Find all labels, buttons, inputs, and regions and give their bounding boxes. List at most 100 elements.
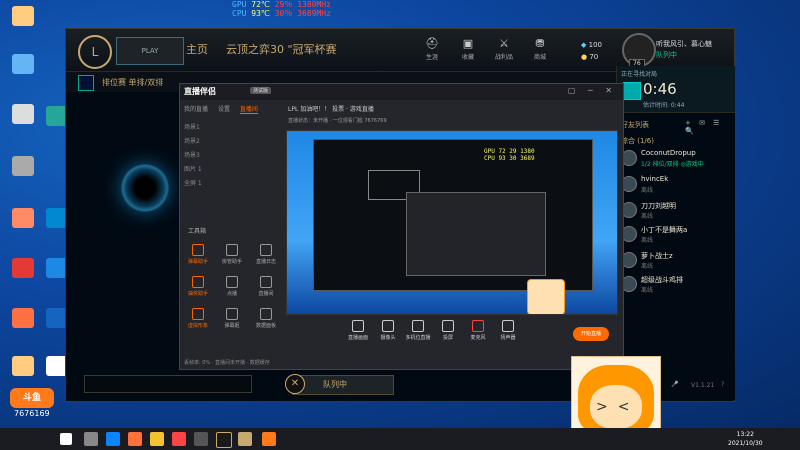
- queue-status-button[interactable]: ✕ 队列中: [285, 374, 394, 395]
- desktop-icon[interactable]: [6, 104, 40, 126]
- desktop-icon[interactable]: [6, 258, 40, 280]
- camera-button[interactable]: 摄像头: [372, 320, 404, 341]
- tab-live-room[interactable]: 直播间: [239, 106, 258, 114]
- taskbar-clock[interactable]: 13:22 2021/10/30: [728, 430, 763, 448]
- unit: MHz: [316, 9, 331, 18]
- tool-item[interactable]: 点播: [218, 276, 246, 297]
- monitor-icon: [352, 320, 364, 332]
- windows-start-icon[interactable]: [60, 433, 72, 445]
- nested-preview-deep: [406, 192, 546, 276]
- currency[interactable]: ◆ 100 ● 70: [581, 39, 602, 63]
- nav-collection[interactable]: ▣ 收藏: [454, 37, 482, 61]
- tool-item[interactable]: 弹幕姬: [218, 308, 246, 329]
- tool-item[interactable]: 弹幕助手: [184, 244, 212, 265]
- nav-loot[interactable]: ⚔ 战利品: [490, 37, 518, 61]
- gpu-temp: 72: [251, 0, 261, 9]
- stream-preview[interactable]: GPU 72 29 1380 CPU 93 30 3689: [286, 130, 618, 315]
- cast-button[interactable]: 投屏: [432, 320, 464, 341]
- scene-item[interactable]: 场景3: [184, 150, 200, 159]
- lol-taskbar-icon[interactable]: [216, 432, 232, 448]
- tab-settings[interactable]: 设置: [218, 106, 230, 113]
- app-icon: [12, 156, 34, 176]
- play-button[interactable]: PLAY: [116, 37, 184, 65]
- profile-info[interactable]: 听我风引、慕心魅 队列中: [656, 39, 712, 61]
- start-live-button[interactable]: 开始直播: [573, 327, 609, 341]
- nav-profile[interactable]: ⛑ 生涯: [418, 37, 446, 61]
- tool-label: 直播间: [258, 291, 274, 297]
- multi-cam-button[interactable]: 多机位直播: [402, 320, 434, 341]
- nav-home[interactable]: 主页: [186, 41, 208, 57]
- scene-item[interactable]: 全屏 1: [184, 178, 202, 187]
- tool-item[interactable]: 抽奖助手: [184, 276, 212, 297]
- tool-item[interactable]: 数据面板: [252, 308, 280, 329]
- tool-item[interactable]: 虚拟形象: [184, 308, 212, 329]
- cancel-queue-icon[interactable]: ✕: [285, 374, 305, 394]
- app-icon[interactable]: [238, 432, 252, 446]
- queue-timer[interactable]: 正在寻找对局 0:46 估计时间: 0:44: [617, 66, 735, 113]
- file-explorer-icon[interactable]: [150, 432, 164, 446]
- app-icon[interactable]: [172, 432, 186, 446]
- stream-footer-status: 丢帧率: 0% · 直播间未开播 · 数据缓存: [184, 360, 270, 366]
- firefox-icon[interactable]: [128, 432, 142, 446]
- stream-version-badge: 测试版: [250, 87, 272, 94]
- live-room-info: LPL 加油吧！！ 投票 · 游戏直播: [288, 106, 374, 113]
- desktop-icon[interactable]: [6, 208, 40, 230]
- tool-item[interactable]: 房管助手: [218, 244, 246, 265]
- stream-bottom-toolbar: 直播画面 摄像头 多机位直播 投屏 麦克风 扬声器: [286, 320, 616, 350]
- chest-icon: ▣: [462, 37, 474, 50]
- client-version: V1.1.21: [691, 382, 715, 389]
- stream-taskbar-icon[interactable]: [262, 432, 276, 446]
- friend-item[interactable]: 刀刀刘越明 离线: [621, 200, 731, 222]
- sword-icon: ⚔: [499, 37, 509, 50]
- mic-icon[interactable]: 🎤: [671, 381, 678, 388]
- app-icon[interactable]: [194, 432, 208, 446]
- summoner-name: 听我风引、慕心魅: [656, 40, 712, 48]
- tool-label: 虚拟形象: [187, 323, 208, 329]
- lobby-chat-input[interactable]: [84, 375, 252, 393]
- friend-status: 离线: [641, 263, 654, 270]
- nav-label: 战利品: [494, 54, 513, 61]
- riot-points-value: 70: [589, 53, 599, 61]
- live-room-status: 直播状态：未开播 · 一位观看门槛 7676769: [288, 118, 387, 124]
- task-view-icon[interactable]: [84, 432, 98, 446]
- window-controls-icon[interactable]: ▢ ─ ✕: [568, 86, 617, 95]
- friend-group-title[interactable]: 综合 (1/6): [621, 136, 654, 146]
- friend-item[interactable]: 萝卜战士z 离线: [621, 250, 731, 272]
- friends-tools-icons[interactable]: + ✉ ☰ 🔍: [685, 119, 735, 135]
- friend-item[interactable]: CoconutDropup 1/2 排位/双排 ◎游戏中: [621, 148, 731, 170]
- queue-timer-label: 正在寻找对局: [621, 71, 658, 78]
- edge-icon[interactable]: [106, 432, 120, 446]
- lol-logo-icon[interactable]: L: [78, 35, 112, 69]
- help-icon[interactable]: ?: [721, 381, 724, 388]
- app-icon: [12, 258, 34, 278]
- unit: MHz: [316, 0, 331, 9]
- desktop-icon[interactable]: [6, 308, 40, 330]
- stream-tabs: 我的直播 设置 直播间: [180, 104, 280, 114]
- speaker-button[interactable]: 扬声器: [492, 320, 524, 341]
- toolbox-title: 工具箱: [188, 228, 207, 235]
- button-label: 扬声器: [500, 335, 516, 341]
- nav-store[interactable]: ⛃ 商城: [526, 37, 554, 61]
- microphone-button[interactable]: 麦克风: [462, 320, 494, 341]
- tool-item[interactable]: 直播日志: [252, 244, 280, 265]
- app-icon: [12, 104, 34, 124]
- scene-item[interactable]: 场景1: [184, 122, 200, 131]
- scene-item[interactable]: 图片 1: [184, 164, 202, 173]
- scene-item[interactable]: 场景2: [184, 136, 200, 145]
- friend-item[interactable]: hvincEk 离线: [621, 174, 731, 196]
- capture-screen-button[interactable]: 直播画面: [342, 320, 374, 341]
- clock-time: 13:22: [736, 431, 754, 438]
- tool-icon: [260, 244, 272, 256]
- friend-item[interactable]: 超级战斗鸡排 离线: [621, 274, 731, 296]
- tool-icon: [192, 308, 204, 320]
- desktop-icon[interactable]: [6, 356, 40, 378]
- tool-label: 抽奖助手: [187, 291, 208, 297]
- friend-item[interactable]: 小丁不是舞两a 离线: [621, 224, 731, 246]
- douyu-logo: 斗鱼: [10, 388, 54, 408]
- tool-item[interactable]: 直播间: [252, 276, 280, 297]
- lobby-portal-graphic: [121, 164, 169, 212]
- tab-my-live[interactable]: 我的直播: [184, 106, 208, 113]
- desktop-icon[interactable]: [6, 6, 40, 28]
- desktop-icon[interactable]: [6, 54, 40, 76]
- desktop-icon[interactable]: [6, 156, 40, 178]
